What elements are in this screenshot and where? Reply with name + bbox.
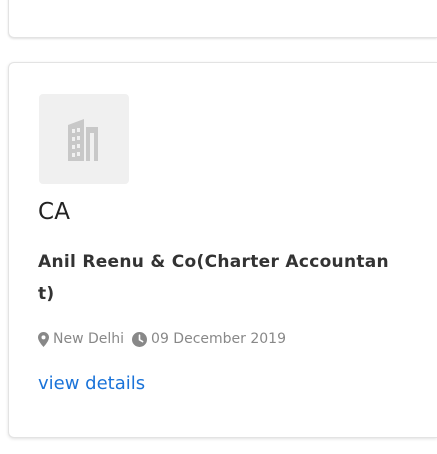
previous-listing-card: [8, 0, 437, 38]
listing-card: CA Anil Reenu & Co(Charter Accountant) N…: [8, 62, 437, 438]
company-name: Anil Reenu & Co(Charter Accountant): [38, 252, 389, 304]
listing-meta: New Delhi 09 December 2019: [38, 331, 286, 347]
company-logo: [39, 94, 129, 184]
clock-icon: [132, 331, 148, 347]
building-icon: [68, 119, 98, 161]
location-text: New Delhi: [53, 331, 125, 347]
view-details-link[interactable]: view details: [38, 373, 145, 394]
date-text: 09 December 2019: [151, 331, 286, 347]
map-marker-icon: [38, 331, 49, 347]
listing-category: CA: [38, 199, 71, 225]
